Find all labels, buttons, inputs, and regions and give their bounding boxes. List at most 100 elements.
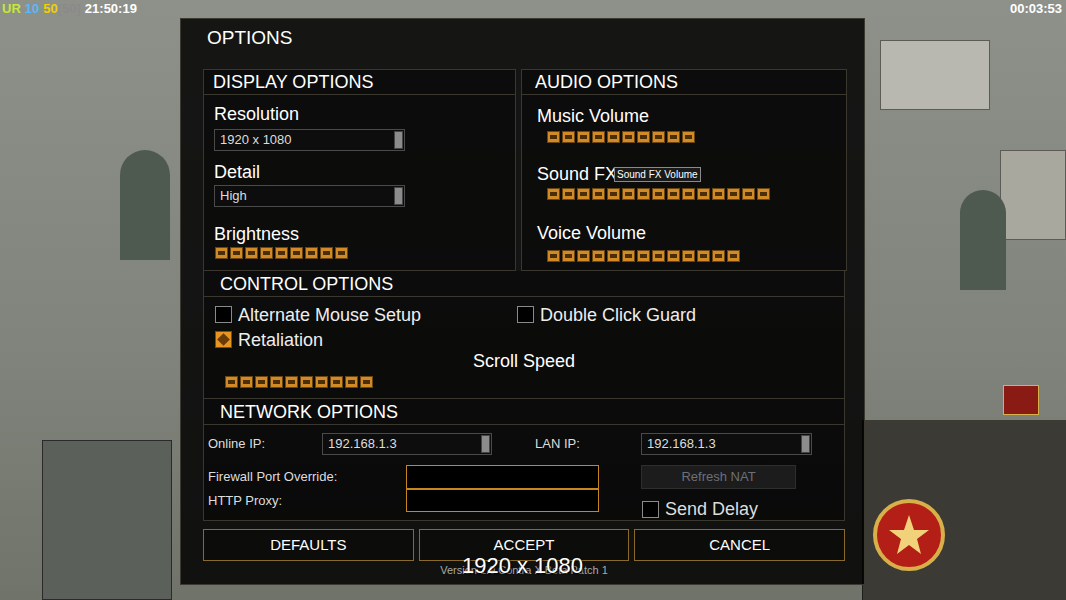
send-delay-checkbox[interactable]: Send Delay bbox=[641, 498, 796, 520]
segment-core bbox=[610, 254, 617, 258]
checkbox-row[interactable]: Retaliation bbox=[204, 327, 517, 352]
slider-segment bbox=[547, 250, 560, 262]
dialog-button[interactable]: DEFAULTS bbox=[203, 529, 414, 561]
segment-core bbox=[248, 251, 255, 255]
field-label: Brightness bbox=[214, 223, 505, 245]
command-bar bbox=[862, 420, 1066, 600]
dropdown-arrow-icon[interactable] bbox=[394, 187, 403, 205]
online-ip-dropdown[interactable]: 192.168.1.3 bbox=[322, 433, 492, 455]
segment-core bbox=[700, 192, 707, 196]
dialog-title: OPTIONS bbox=[181, 19, 864, 57]
slider-segment bbox=[682, 131, 695, 143]
voice-slider[interactable] bbox=[547, 250, 847, 262]
display-panel: DISPLAY OPTIONS Resolution 1920 x 1080 D… bbox=[203, 69, 516, 271]
segment-core bbox=[640, 135, 647, 139]
slider-segment bbox=[652, 131, 665, 143]
field-label: Online IP: bbox=[208, 434, 322, 454]
segment-core bbox=[655, 135, 662, 139]
segment-core bbox=[640, 254, 647, 258]
panel-header: NETWORK OPTIONS bbox=[204, 399, 844, 425]
slider-segment bbox=[667, 188, 680, 200]
tooltip: Sound FX Volume bbox=[614, 167, 701, 182]
dropdown-arrow-icon[interactable] bbox=[481, 435, 490, 453]
dropdown-value: 192.168.1.3 bbox=[323, 434, 397, 454]
tree bbox=[960, 190, 1006, 290]
red-flag-icon[interactable] bbox=[1003, 385, 1039, 415]
sound-fx-slider[interactable] bbox=[547, 188, 847, 200]
lan-ip-dropdown[interactable]: 192.168.1.3 bbox=[641, 433, 812, 455]
hud-count: 10 bbox=[25, 0, 39, 18]
segment-core bbox=[273, 380, 280, 384]
slider-segment bbox=[742, 188, 755, 200]
slider-segment bbox=[230, 247, 243, 259]
segment-core bbox=[760, 192, 767, 196]
slider-segment bbox=[712, 250, 725, 262]
segment-core bbox=[670, 192, 677, 196]
checkbox-box[interactable] bbox=[215, 331, 232, 348]
segment-core bbox=[233, 251, 240, 255]
slider-segment bbox=[215, 247, 228, 259]
music-slider[interactable] bbox=[547, 131, 847, 143]
field-label: LAN IP: bbox=[535, 434, 641, 454]
field-label: Firewall Port Override: bbox=[208, 467, 406, 487]
slider-segment bbox=[290, 247, 303, 259]
slider-segment bbox=[682, 250, 695, 262]
segment-core bbox=[243, 380, 250, 384]
slider-segment bbox=[622, 250, 635, 262]
slider-segment bbox=[637, 131, 650, 143]
brightness-slider[interactable] bbox=[215, 247, 485, 259]
slider-segment bbox=[622, 188, 635, 200]
slider-segment bbox=[330, 376, 343, 388]
segment-core bbox=[655, 254, 662, 258]
segment-core bbox=[288, 380, 295, 384]
resolution-dropdown[interactable]: 1920 x 1080 bbox=[214, 129, 405, 151]
slider-segment bbox=[285, 376, 298, 388]
segment-core bbox=[685, 135, 692, 139]
slider-segment bbox=[637, 250, 650, 262]
slider-segment bbox=[757, 188, 770, 200]
scroll-speed-slider[interactable] bbox=[225, 376, 525, 388]
slider-segment bbox=[697, 188, 710, 200]
dialog-body: DISPLAY OPTIONS Resolution 1920 x 1080 D… bbox=[181, 69, 864, 577]
faction-emblem-icon bbox=[869, 480, 949, 580]
dialog-button[interactable]: CANCEL bbox=[634, 529, 845, 561]
slider-segment bbox=[622, 131, 635, 143]
slider-segment bbox=[225, 376, 238, 388]
refresh-nat-button[interactable]: Refresh NAT bbox=[641, 465, 796, 489]
dropdown-arrow-icon[interactable] bbox=[801, 435, 810, 453]
segment-core bbox=[625, 254, 632, 258]
tree bbox=[120, 150, 170, 260]
building bbox=[880, 40, 990, 110]
checkbox-box[interactable] bbox=[517, 306, 534, 323]
slider-segment bbox=[667, 131, 680, 143]
slider-segment bbox=[255, 376, 268, 388]
segment-core bbox=[338, 251, 345, 255]
checkbox-row[interactable]: Double Click Guard bbox=[517, 302, 844, 327]
minimap[interactable] bbox=[42, 440, 172, 600]
http-proxy-input[interactable] bbox=[406, 489, 599, 512]
slider-segment bbox=[562, 131, 575, 143]
field-label: HTTP Proxy: bbox=[208, 491, 406, 511]
slider-segment bbox=[562, 188, 575, 200]
slider-segment bbox=[712, 188, 725, 200]
segment-core bbox=[218, 251, 225, 255]
control-panel: CONTROL OPTIONS Alternate Mouse SetupDou… bbox=[203, 271, 845, 399]
panel-header: CONTROL OPTIONS bbox=[204, 271, 844, 297]
slider-segment bbox=[652, 250, 665, 262]
firewall-port-input[interactable] bbox=[406, 465, 599, 489]
checkbox-box[interactable] bbox=[642, 501, 659, 518]
checkbox-grid: Alternate Mouse SetupDouble Click GuardR… bbox=[204, 297, 844, 352]
dropdown-value: 192.168.1.3 bbox=[642, 434, 716, 454]
detail-dropdown[interactable]: High bbox=[214, 185, 405, 207]
segment-core bbox=[595, 135, 602, 139]
segment-core bbox=[565, 192, 572, 196]
slider-segment bbox=[607, 250, 620, 262]
segment-core bbox=[625, 135, 632, 139]
slider-segment bbox=[577, 188, 590, 200]
checkbox-row[interactable]: Alternate Mouse Setup bbox=[204, 302, 517, 327]
slider-segment bbox=[270, 376, 283, 388]
slider-segment bbox=[345, 376, 358, 388]
dropdown-arrow-icon[interactable] bbox=[394, 131, 403, 149]
segment-core bbox=[730, 254, 737, 258]
checkbox-box[interactable] bbox=[215, 306, 232, 323]
